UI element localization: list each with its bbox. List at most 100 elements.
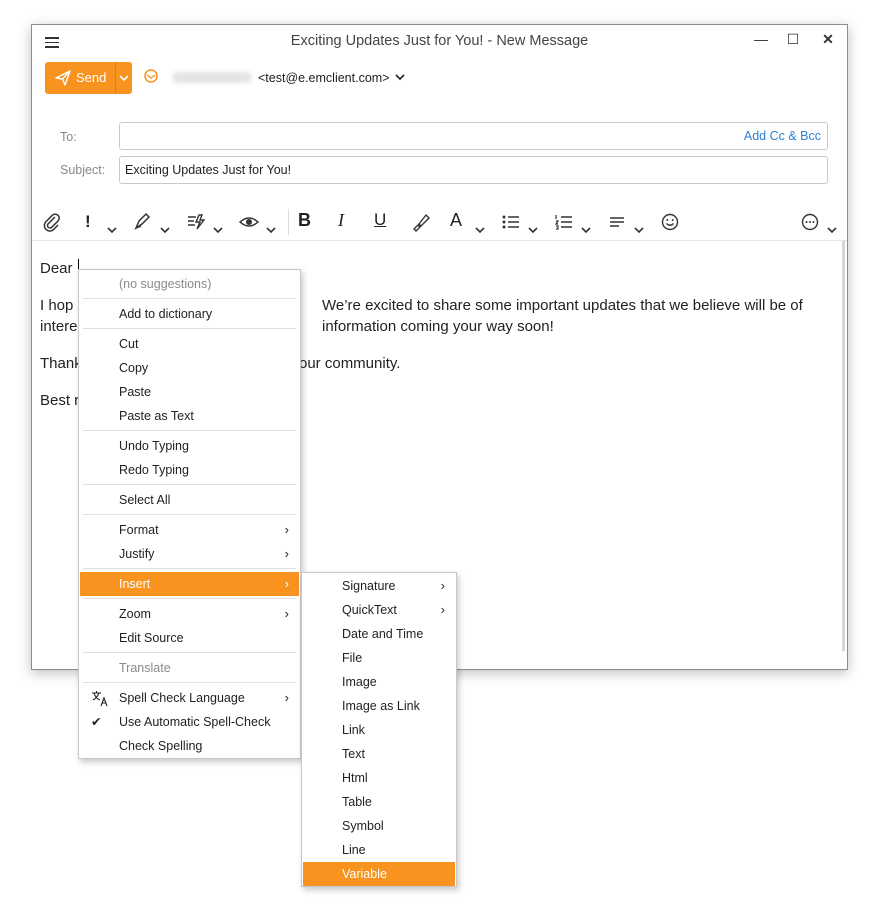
font-color-icon[interactable]: A xyxy=(450,210,462,232)
body-line-2-end: We’re excited to share some important up… xyxy=(322,297,803,314)
toolbar-divider xyxy=(288,209,289,235)
read-receipt-chevron-icon[interactable] xyxy=(266,219,276,241)
submenu-item-link[interactable]: Link xyxy=(303,718,455,742)
subject-label: Subject: xyxy=(60,163,106,177)
priority-chevron-icon[interactable] xyxy=(107,219,117,241)
menu-item-cut[interactable]: Cut xyxy=(80,332,299,356)
menu-item-add-to-dictionary[interactable]: Add to dictionary xyxy=(80,302,299,326)
submenu-item-file[interactable]: File xyxy=(303,646,455,670)
menu-item-label: Check Spelling xyxy=(119,739,203,753)
checkmark-icon: ✔ xyxy=(91,715,102,729)
font-color-chevron-icon[interactable] xyxy=(475,219,485,241)
numbered-list-chevron-icon[interactable] xyxy=(581,219,591,241)
context-menu: (no suggestions) Add to dictionary Cut C… xyxy=(78,269,301,759)
submenu-item-image-as-link[interactable]: Image as Link xyxy=(303,694,455,718)
menu-item-label: Table xyxy=(342,795,372,809)
body-scrollbar[interactable] xyxy=(842,241,845,651)
subject-value: Exciting Updates Just for You! xyxy=(125,163,292,177)
submenu-item-date-and-time[interactable]: Date and Time xyxy=(303,622,455,646)
from-address: <test@e.emclient.com> xyxy=(258,71,390,85)
submenu-arrow-icon: › xyxy=(284,576,289,591)
menu-item-paste-as-text[interactable]: Paste as Text xyxy=(80,404,299,428)
body-line-greeting: Dear xyxy=(40,260,73,277)
subject-field[interactable]: Exciting Updates Just for You! xyxy=(119,156,828,184)
attach-icon[interactable] xyxy=(42,211,62,233)
menu-item-edit-source[interactable]: Edit Source xyxy=(80,626,299,650)
menu-item-label: Format xyxy=(119,523,159,537)
menu-item-label: Line xyxy=(342,843,366,857)
submenu-item-html[interactable]: Html xyxy=(303,766,455,790)
menu-separator xyxy=(83,598,296,599)
sender-name-redacted xyxy=(172,72,252,83)
menu-item-label: Zoom xyxy=(119,607,151,621)
window-title: Exciting Updates Just for You! - New Mes… xyxy=(290,33,589,49)
close-button[interactable]: ✕ xyxy=(817,31,839,48)
account-icon xyxy=(144,69,158,83)
menu-item-label: Signature xyxy=(342,579,396,593)
menu-item-use-automatic-spell-check[interactable]: ✔ Use Automatic Spell-Check xyxy=(80,710,299,734)
sign-chevron-icon[interactable] xyxy=(160,219,170,241)
chevron-down-icon[interactable] xyxy=(395,73,405,81)
more-chevron-icon[interactable] xyxy=(827,219,837,241)
sign-icon[interactable] xyxy=(132,211,152,233)
format-toolbar: ! B I U A xyxy=(32,203,847,241)
bullet-list-icon[interactable] xyxy=(500,211,522,233)
submenu-item-text[interactable]: Text xyxy=(303,742,455,766)
menu-item-label: Paste xyxy=(119,385,151,399)
menu-item-paste[interactable]: Paste xyxy=(80,380,299,404)
menu-item-check-spelling[interactable]: Check Spelling xyxy=(80,734,299,758)
menu-item-spell-check-language[interactable]: Spell Check Language › xyxy=(80,686,299,710)
maximize-button[interactable]: ☐ xyxy=(782,31,804,48)
send-button[interactable]: Send xyxy=(45,62,132,94)
minimize-button[interactable]: — xyxy=(750,31,772,47)
italic-icon[interactable]: I xyxy=(338,210,344,232)
menu-item-label: Html xyxy=(342,771,368,785)
body-line-3-start: intere xyxy=(40,318,78,335)
submenu-arrow-icon: › xyxy=(284,546,289,561)
to-label: To: xyxy=(60,130,77,144)
more-icon[interactable] xyxy=(799,211,821,233)
numbered-list-icon[interactable] xyxy=(553,211,575,233)
read-receipt-icon[interactable] xyxy=(238,211,260,233)
submenu-item-signature[interactable]: Signature › xyxy=(303,574,455,598)
send-label: Send xyxy=(76,70,107,85)
menu-separator xyxy=(83,430,296,431)
to-field[interactable]: Add Cc & Bcc xyxy=(119,122,828,150)
insert-submenu: Signature › QuickText › Date and Time File… xyxy=(301,572,457,887)
encrypt-chevron-icon[interactable] xyxy=(213,219,223,241)
bullet-list-chevron-icon[interactable] xyxy=(528,219,538,241)
send-options-chevron-icon[interactable] xyxy=(118,68,130,88)
submenu-item-quicktext[interactable]: QuickText › xyxy=(303,598,455,622)
submenu-item-table[interactable]: Table xyxy=(303,790,455,814)
menu-item-format[interactable]: Format › xyxy=(80,518,299,542)
menu-item-label: Spell Check Language xyxy=(119,691,245,705)
menu-item-label: Link xyxy=(342,723,365,737)
submenu-item-variable[interactable]: Variable xyxy=(303,862,455,886)
translate-icon xyxy=(92,691,108,707)
emoji-icon[interactable] xyxy=(659,211,681,233)
submenu-arrow-icon: › xyxy=(284,522,289,537)
menu-item-undo-typing[interactable]: Undo Typing xyxy=(80,434,299,458)
menu-item-zoom[interactable]: Zoom › xyxy=(80,602,299,626)
menu-item-label: Date and Time xyxy=(342,627,424,641)
encrypt-icon[interactable] xyxy=(185,211,207,233)
send-main[interactable]: Send xyxy=(45,62,115,94)
submenu-item-symbol[interactable]: Symbol xyxy=(303,814,455,838)
format-painter-icon[interactable] xyxy=(410,211,432,233)
add-cc-bcc-link[interactable]: Add Cc & Bcc xyxy=(744,129,821,143)
menu-item-select-all[interactable]: Select All xyxy=(80,488,299,512)
bold-icon[interactable]: B xyxy=(298,210,311,232)
submenu-item-image[interactable]: Image xyxy=(303,670,455,694)
menu-item-insert[interactable]: Insert › xyxy=(80,572,299,596)
submenu-arrow-icon: › xyxy=(284,690,289,705)
menu-item-justify[interactable]: Justify › xyxy=(80,542,299,566)
priority-icon[interactable]: ! xyxy=(85,212,91,234)
menu-item-label: Variable xyxy=(342,867,387,881)
align-icon[interactable] xyxy=(606,211,628,233)
submenu-item-line[interactable]: Line xyxy=(303,838,455,862)
underline-icon[interactable]: U xyxy=(374,210,386,232)
menu-item-copy[interactable]: Copy xyxy=(80,356,299,380)
menu-item-label: Edit Source xyxy=(119,631,184,645)
menu-item-redo-typing[interactable]: Redo Typing xyxy=(80,458,299,482)
align-chevron-icon[interactable] xyxy=(634,219,644,241)
